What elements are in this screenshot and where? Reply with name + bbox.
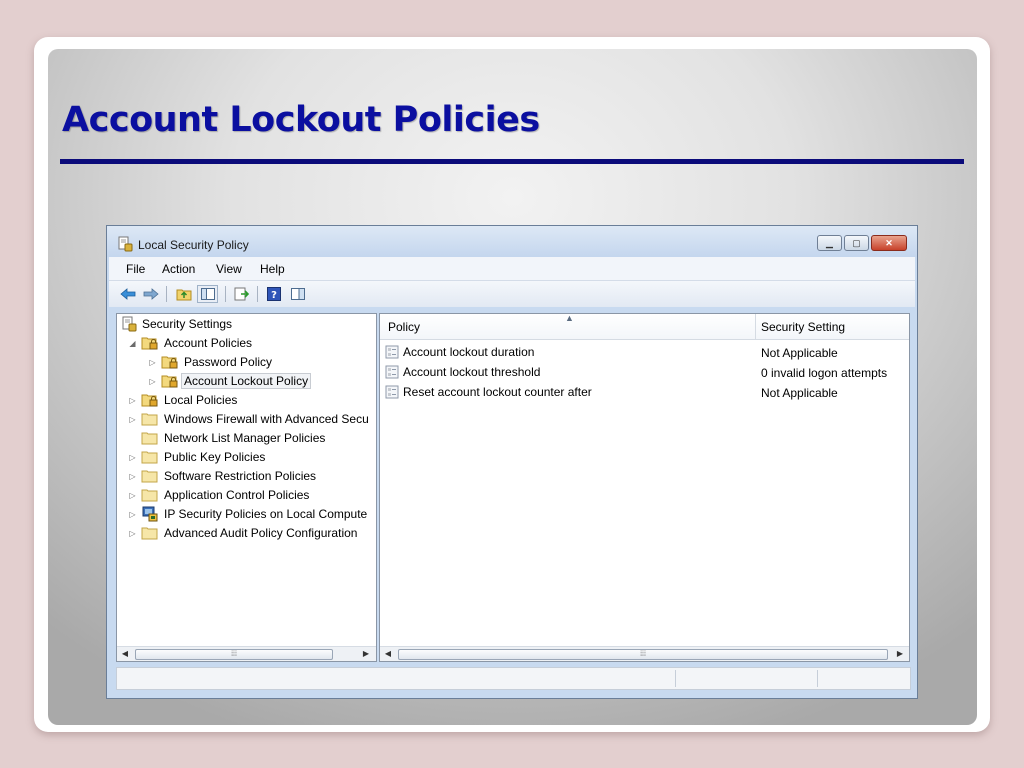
collapsed-arrow-icon[interactable]: ▷ [127,491,138,500]
tree-horizontal-scrollbar[interactable]: ◀ ⁞⁞⁞ ▶ [117,646,376,661]
sort-ascending-icon: ▲ [565,313,574,323]
menu-file[interactable]: File [126,262,145,276]
settings-icon [121,316,137,332]
svg-text:?: ? [271,290,277,301]
slide-title: Account Lockout Policies [62,100,540,140]
list-horizontal-scrollbar[interactable]: ◀ ⁞⁞⁞ ▶ [380,646,909,661]
policy-setting: Not Applicable [761,346,838,360]
policy-setting: 0 invalid logon attempts [761,366,888,380]
collapsed-arrow-icon[interactable]: ▷ [147,377,158,386]
collapsed-arrow-icon[interactable]: ▷ [127,472,138,481]
tree-item-security-settings[interactable]: Security Settings [121,315,232,333]
collapsed-arrow-icon[interactable]: ▷ [127,529,138,538]
collapsed-arrow-icon[interactable]: ▷ [147,358,158,367]
forward-arrow-icon[interactable] [142,285,160,303]
folder-lock-icon [161,373,179,389]
show-action-pane-icon[interactable] [289,285,307,303]
tree-item-software-restriction[interactable]: ▷ Software Restriction Policies [127,467,316,485]
tree-item-account-lockout-policy[interactable]: ▷ Account Lockout Policy [147,372,312,390]
collapsed-arrow-icon[interactable]: ▷ [127,453,138,462]
title-underline [60,159,964,164]
status-bar [116,667,911,690]
minimize-icon: ▁ [826,237,833,248]
tree-item-password-policy[interactable]: ▷ Password Policy [147,353,272,371]
policy-setting: Not Applicable [761,386,838,400]
local-security-policy-window: Local Security Policy ▁ ▢ ✕ File Action … [106,225,918,699]
help-icon[interactable]: ? [265,285,283,303]
window-title: Local Security Policy [138,238,249,252]
scroll-right-icon[interactable]: ▶ [360,649,372,658]
folder-lock-icon [161,354,179,370]
toolbar: ? [109,281,915,307]
collapsed-arrow-icon[interactable]: ▷ [127,510,138,519]
tree-item-public-key-policies[interactable]: ▷ Public Key Policies [127,448,265,466]
column-header-security-setting[interactable]: Security Setting [761,320,845,334]
policy-item-icon [385,345,399,359]
security-policy-icon [117,236,133,255]
tree-item-local-policies[interactable]: ▷ Local Policies [127,391,237,409]
list-row[interactable]: Account lockout threshold 0 invalid logo… [385,363,905,381]
back-arrow-icon[interactable] [119,285,137,303]
policy-list: ▲ Policy Security Setting Account lockou… [379,313,910,662]
column-header-policy[interactable]: Policy [388,320,420,334]
maximize-icon: ▢ [852,237,861,248]
collapsed-arrow-icon[interactable]: ▷ [127,415,138,424]
list-row[interactable]: Reset account lockout counter after Not … [385,383,905,401]
tree-item-account-policies[interactable]: ◢ Account Policies [127,334,252,352]
close-icon: ✕ [885,237,893,248]
console-tree: Security Settings ◢ Account Policies ▷ P… [116,313,377,662]
scroll-left-icon[interactable]: ◀ [382,649,394,658]
tree-item-application-control[interactable]: ▷ Application Control Policies [127,486,309,504]
menu-bar: File Action View Help [109,257,915,281]
minimize-button[interactable]: ▁ [817,235,842,251]
policy-name: Account lockout duration [403,345,535,359]
menu-action[interactable]: Action [162,262,195,276]
folder-lock-icon [141,335,159,351]
folder-icon [141,468,159,484]
up-folder-icon[interactable] [175,285,193,303]
policy-item-icon [385,385,399,399]
folder-icon [141,449,159,465]
policy-name: Reset account lockout counter after [403,385,592,399]
ipsec-icon [141,506,159,522]
window-controls: ▁ ▢ ✕ [817,235,907,251]
folder-lock-icon [141,392,159,408]
policy-item-icon [385,365,399,379]
tree-item-advanced-audit-policy[interactable]: ▷ Advanced Audit Policy Configuration [127,524,357,542]
folder-icon [141,411,159,427]
scroll-left-icon[interactable]: ◀ [119,649,131,658]
list-header: ▲ Policy Security Setting [380,314,909,340]
folder-icon [141,525,159,541]
title-bar[interactable]: Local Security Policy ▁ ▢ ✕ [107,226,917,257]
folder-icon [141,430,159,446]
show-hide-tree-icon[interactable] [197,285,218,303]
expanded-arrow-icon[interactable]: ◢ [127,339,138,348]
scroll-right-icon[interactable]: ▶ [894,649,906,658]
tree-item-windows-firewall[interactable]: ▷ Windows Firewall with Advanced Secu [127,410,368,428]
export-list-icon[interactable] [233,285,251,303]
scroll-thumb[interactable]: ⁞⁞⁞ [398,649,888,660]
menu-help[interactable]: Help [260,262,285,276]
scroll-thumb[interactable]: ⁞⁞⁞ [135,649,333,660]
maximize-button[interactable]: ▢ [844,235,869,251]
folder-icon [141,487,159,503]
list-row[interactable]: Account lockout duration Not Applicable [385,343,905,361]
close-button[interactable]: ✕ [871,235,907,251]
collapsed-arrow-icon[interactable]: ▷ [127,396,138,405]
tree-item-ip-security-policies[interactable]: ▷ IP Security Policies on Local Compute [127,505,367,523]
tree-item-network-list-manager[interactable]: Network List Manager Policies [127,429,325,447]
policy-name: Account lockout threshold [403,365,541,379]
menu-view[interactable]: View [216,262,242,276]
